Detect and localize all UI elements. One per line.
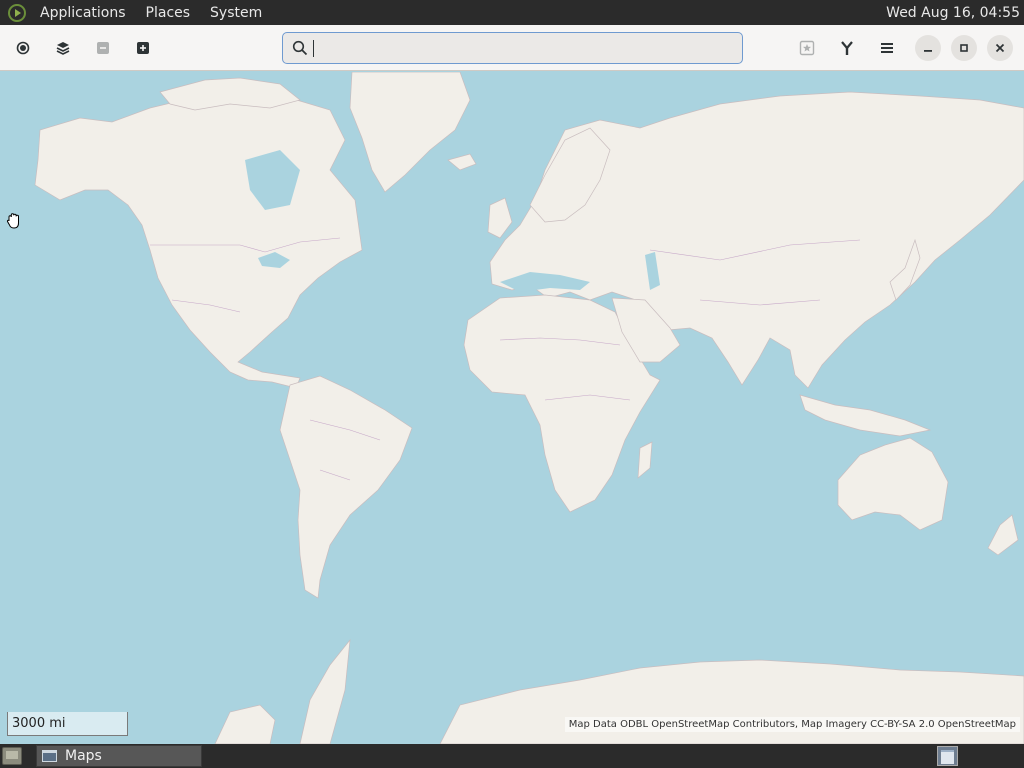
show-desktop-button[interactable] (2, 747, 22, 765)
australia-landmass (837, 437, 949, 531)
window-icon (42, 750, 57, 762)
maximize-icon (960, 44, 968, 52)
current-location-button[interactable] (8, 33, 38, 63)
south-america-landmass (279, 375, 413, 599)
antarctica-peninsula (214, 704, 276, 744)
layers-icon (56, 42, 70, 55)
hand-cursor-icon (6, 213, 19, 229)
greenland-landmass (349, 72, 471, 193)
locate-icon (16, 41, 30, 55)
madagascar-landmass (637, 441, 653, 479)
taskbar-item-maps[interactable]: Maps (36, 745, 202, 767)
applications-menu[interactable]: Applications (34, 5, 132, 21)
mint-menu-icon[interactable] (8, 3, 26, 22)
iceland-landmass (447, 153, 477, 171)
zoom-out-button[interactable] (88, 33, 118, 63)
text-caret (313, 40, 314, 57)
map-view[interactable]: 3000 mi Map Data ODBL OpenStreetMap Cont… (0, 72, 1024, 744)
zoom-in-icon (137, 42, 149, 54)
workspace-switcher[interactable] (937, 746, 958, 766)
search-input[interactable] (309, 34, 742, 62)
close-icon (995, 43, 1005, 53)
north-america-landmass (34, 91, 363, 389)
map-attribution: Map Data ODBL OpenStreetMap Contributors… (564, 717, 1020, 732)
taskbar-item-label: Maps (65, 748, 102, 764)
route-button[interactable] (832, 33, 862, 63)
places-menu[interactable]: Places (140, 5, 197, 21)
hamburger-icon (881, 43, 893, 53)
antarctica-landmass (299, 638, 351, 744)
zoom-out-icon (97, 42, 109, 54)
search-icon (291, 39, 309, 57)
close-button[interactable] (987, 35, 1013, 61)
favorites-button[interactable] (792, 33, 822, 63)
main-menu-button[interactable] (872, 33, 902, 63)
bottom-panel: Maps (0, 744, 1024, 768)
map-layers-button[interactable] (48, 33, 78, 63)
british-isles-landmass (487, 197, 513, 239)
maximize-button[interactable] (951, 35, 977, 61)
search-entry[interactable] (282, 32, 743, 64)
scale-bar: 3000 mi (7, 712, 128, 736)
new-zealand-landmass (987, 514, 1019, 556)
clock[interactable]: Wed Aug 16, 04:55 (878, 5, 1020, 21)
indonesia-islands (799, 394, 932, 437)
world-map[interactable] (0, 72, 1024, 744)
scale-label: 3000 mi (12, 716, 66, 731)
minimize-icon (924, 50, 932, 52)
zoom-in-button[interactable] (128, 33, 158, 63)
system-menu[interactable]: System (204, 5, 268, 21)
header-bar (0, 25, 1024, 71)
favorites-icon (799, 40, 815, 56)
minimize-button[interactable] (915, 35, 941, 61)
route-icon (841, 41, 853, 55)
top-panel: Applications Places System Wed Aug 16, 0… (0, 0, 1024, 25)
